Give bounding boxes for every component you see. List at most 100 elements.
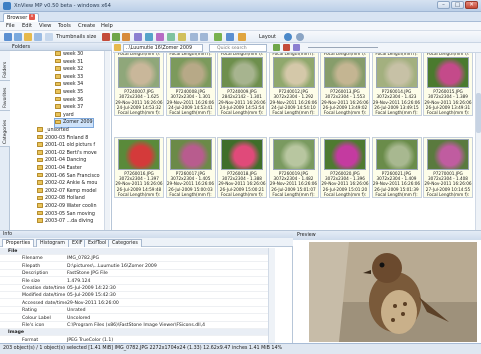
properties-section[interactable]: File [0,248,268,255]
thumbnail-image[interactable] [118,57,160,89]
menu-tools[interactable]: Tools [55,23,74,30]
thumbnail-item[interactable]: P7260019.JPG 3072x2304 - 1.482 29-Nov-2011… [268,137,319,199]
folder-tree-item[interactable]: 2000-03 Finland 8 [37,134,88,142]
folder-up-icon[interactable] [114,44,121,51]
properties-row[interactable]: Description FastStone JPG File [0,270,268,278]
folder-tree-item[interactable]: week 35 [55,89,83,96]
thumbnail-item[interactable]: P7260020.JPG 3072x2304 - 1.396 29-Nov-2011… [320,137,370,199]
thumbnail-scrollbar[interactable] [475,53,481,230]
filter-icon[interactable] [34,33,42,41]
folder-tree-item[interactable]: 2002-02 Ankie & mou [37,180,97,187]
scrollbar-thumb[interactable] [476,93,481,133]
filter-rating-icon[interactable] [273,44,280,51]
tab-categories[interactable]: Categories [108,239,142,247]
properties-row[interactable]: Filepath D:\pictures\...Luumutie 16\Zomer… [0,263,268,270]
slideshow-icon[interactable] [112,33,120,41]
folder-tree-item[interactable]: 2002-09 Water coolin [37,203,96,210]
folder-tree-item[interactable]: week 32 [55,66,83,73]
folder-tree-item[interactable]: Zomer 2009 [54,118,94,128]
thumbnail-image[interactable] [221,139,263,170]
folder-tree-scrollbar[interactable] [104,51,110,230]
thumbnail-image[interactable] [375,57,418,89]
menu-file[interactable]: File [3,23,18,30]
minimize-button[interactable]: – [437,1,450,9]
thumbnail-image[interactable] [427,139,469,170]
side-tab-favorites[interactable]: Favorites [0,81,10,111]
close-window-button[interactable]: ✕ [465,1,478,9]
browser-icon[interactable] [4,33,12,41]
compare-icon[interactable] [134,33,142,41]
thumbnail-image[interactable] [324,139,366,170]
thumbnail-item[interactable]: Focal Length(mm f): P7240012.JPG 3072x2304… [268,53,319,117]
thumbnails-icon[interactable] [45,33,53,41]
properties-row[interactable]: Colour Label Uncolored [0,315,268,322]
thumbnail-image[interactable] [169,57,212,89]
menu-edit[interactable]: Edit [19,23,35,30]
thumbnail-image[interactable] [272,57,315,89]
thumbnail-item[interactable]: P7260021.JPG 3072x2304 - 1.409 29-Nov-2011… [371,137,422,199]
folder-tree-item[interactable]: week 37 [55,104,83,111]
properties-row[interactable]: Accessed date/time 29-Nov-2011 16:26:00 [0,300,268,307]
tab-close-icon[interactable]: x [29,14,35,20]
previous-icon[interactable] [226,33,234,41]
sort-icon[interactable] [102,33,110,41]
thumbnail-image[interactable] [169,139,212,170]
tab-exiftool[interactable]: ExifTool [84,239,111,247]
thumbnail-item[interactable]: P7260018.JPG 3072x2304 - 1.388 29-Nov-2011… [217,137,267,199]
convert-icon[interactable] [145,33,153,41]
print-icon[interactable] [156,33,164,41]
menu-help[interactable]: Help [98,23,116,30]
thumbnail-item[interactable]: Focal Length(mm f): P7260014.JPG 3072x2304… [371,53,422,117]
side-tab-categories[interactable]: Categories [0,111,10,147]
color-label-icon[interactable] [283,44,290,51]
mail-icon[interactable] [167,33,175,41]
forward-icon[interactable] [200,33,208,41]
thumbnail-image[interactable] [118,139,160,170]
zoom-slider[interactable] [308,47,378,48]
help-icon[interactable] [284,33,292,41]
thumbnail-item[interactable]: Focal Length(mm f): P7260015.JPG 3072x2304… [423,53,473,117]
thumbnail-item[interactable]: P7270001.JPG 3072x2304 - 1.408 29-Nov-2011… [423,137,473,199]
info-icon[interactable] [296,33,304,41]
folder-tree-item[interactable]: week 30 [55,51,83,58]
folder-tree-item[interactable]: 2003-05 San moving [37,210,95,218]
rotate-icon[interactable] [122,33,130,41]
next-icon[interactable] [214,33,222,41]
thumbnail-item[interactable]: Focal Length(mm f): P7260013.JPG 3072x2304… [320,53,370,117]
folder-icon[interactable] [24,33,32,41]
folder-tree-item[interactable]: 2001-04 Easter [37,165,82,172]
side-tab-folders[interactable]: Folders [0,51,10,81]
properties-row[interactable]: File size 1.479.124 [0,278,268,285]
view-mode-icon[interactable] [293,44,300,51]
folder-tree-item[interactable]: 2001-04 Dancing [37,157,86,164]
thumbnail-item[interactable]: Focal Length(mm f): P7240009.JPG 2842x2142… [217,53,267,117]
folder-tree-item[interactable]: 2002-07 Kemp model [37,188,97,195]
folder-tree-item[interactable]: 2001-06 San Francisco [37,172,100,180]
properties-row[interactable]: Creation date/time 05-Jul-2009 14:22:30 [0,285,268,292]
thumbnail-image[interactable] [427,57,469,89]
folder-tree-item[interactable]: 2003-07 ...da diving [37,218,93,225]
thumbnail-item[interactable]: P7260016.JPG 3072x2304 - 1.397 29-Nov-2011… [114,137,164,199]
folder-tree-item[interactable]: week 33 [55,74,83,81]
properties-row[interactable]: Modified date/time 05-Jul-2009 15:42:30 [0,292,268,300]
batch-icon[interactable] [178,33,186,41]
folder-tree-item[interactable]: 2001-01 old picturs f [37,142,95,149]
properties-row[interactable]: Rating Unrated [0,307,268,315]
folder-tree-item[interactable]: 2001-02 Berti's move [37,150,97,157]
quick-search-input[interactable]: Quick search [209,44,267,52]
thumbnail-image[interactable] [375,139,418,170]
back-icon[interactable] [190,33,198,41]
thumbnail-item[interactable]: Focal Length(mm f): P7240008.JPG 3072x2304… [165,53,216,117]
folder-tree-item[interactable]: week 36 [55,96,83,104]
folder-tree-item[interactable]: 2002-08 Holland [37,195,85,202]
thumbnail-item[interactable]: P7260017.JPG 3072x2304 - 1.405 29-Nov-2011… [165,137,216,199]
properties-row[interactable]: File's icon C:\Program Files (x86)\FastSt… [0,322,268,329]
folder-tree-item[interactable]: _unsorted [37,127,69,134]
properties-row[interactable]: Filename IMG_0782.JPG [0,255,268,263]
thumbnail-image[interactable] [221,57,263,89]
folder-tree-item[interactable]: week 31 [55,58,83,66]
refresh-icon[interactable] [14,33,22,41]
properties-section[interactable]: Image [0,329,268,337]
folder-tree-item[interactable]: week 34 [55,81,83,88]
tab-properties[interactable]: Properties [2,239,35,247]
